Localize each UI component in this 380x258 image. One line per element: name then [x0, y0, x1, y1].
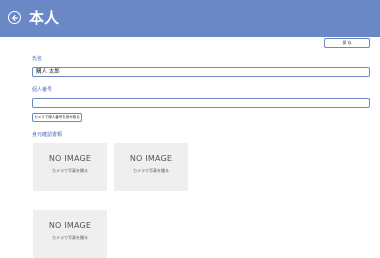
no-image-text: NO IMAGE: [48, 221, 92, 230]
name-label: 氏名: [32, 56, 43, 62]
back-button[interactable]: [8, 11, 21, 24]
id-photo-2[interactable]: NO IMAGE カメラで写真を撮る: [114, 143, 188, 191]
personal-number-label: 個人番号: [32, 87, 53, 93]
no-image-text: NO IMAGE: [48, 154, 92, 163]
take-photo-caption: カメラで写真を撮る: [133, 168, 169, 173]
take-photo-caption: カメラで写真を撮る: [52, 168, 88, 173]
name-field[interactable]: 購人 太郎: [32, 67, 370, 77]
id-documents-label: 身元確認書類: [32, 132, 63, 138]
arrow-left-icon: [11, 14, 18, 21]
page-title: 本人: [29, 9, 60, 27]
take-photo-caption: カメラで写真を撮る: [52, 235, 88, 240]
camera-read-number-button[interactable]: カメラで個人番号を読み取る: [32, 113, 82, 122]
app-header: 本人: [0, 0, 380, 37]
id-photo-1[interactable]: NO IMAGE カメラで写真を撮る: [33, 143, 107, 191]
save-button[interactable]: 保 存: [324, 38, 370, 48]
personal-number-field[interactable]: [32, 98, 370, 108]
no-image-text: NO IMAGE: [129, 154, 173, 163]
id-photo-3[interactable]: NO IMAGE カメラで写真を撮る: [33, 210, 107, 258]
